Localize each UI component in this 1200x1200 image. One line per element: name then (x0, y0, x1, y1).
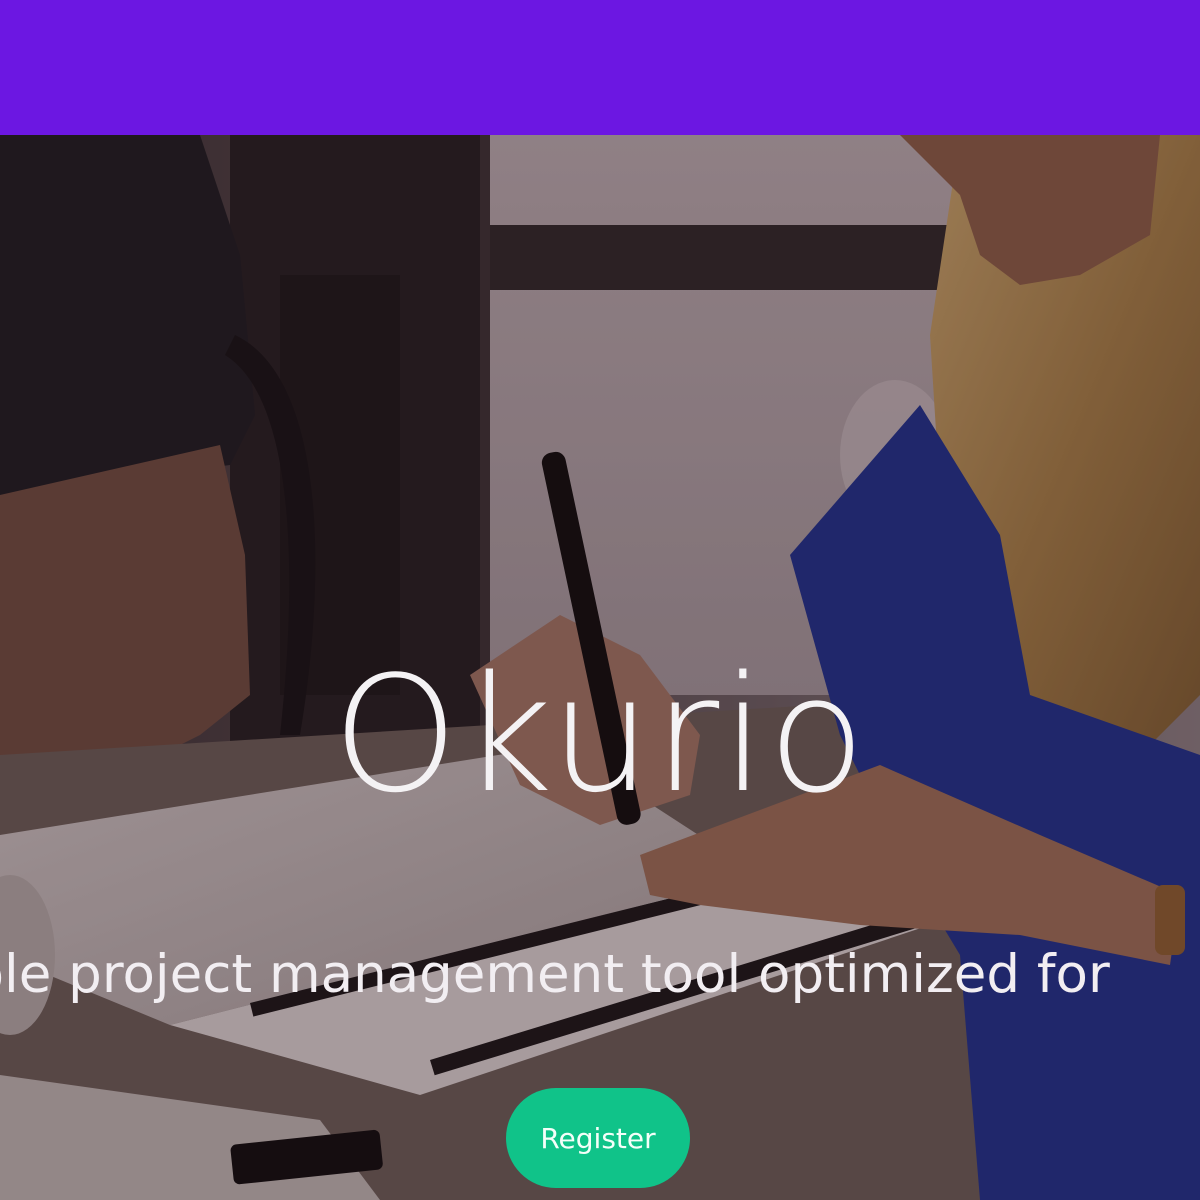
hero-section: Okurio imple project management tool opt… (0, 135, 1200, 1200)
tagline-container: imple project management tool optimized … (0, 940, 1200, 1020)
register-button[interactable]: Register (506, 1088, 690, 1188)
brand-title: Okurio (332, 641, 868, 828)
top-navigation-bar (0, 0, 1200, 135)
landing-page: Okurio imple project management tool opt… (0, 0, 1200, 1200)
tagline: imple project management tool optimized … (0, 944, 1110, 1005)
